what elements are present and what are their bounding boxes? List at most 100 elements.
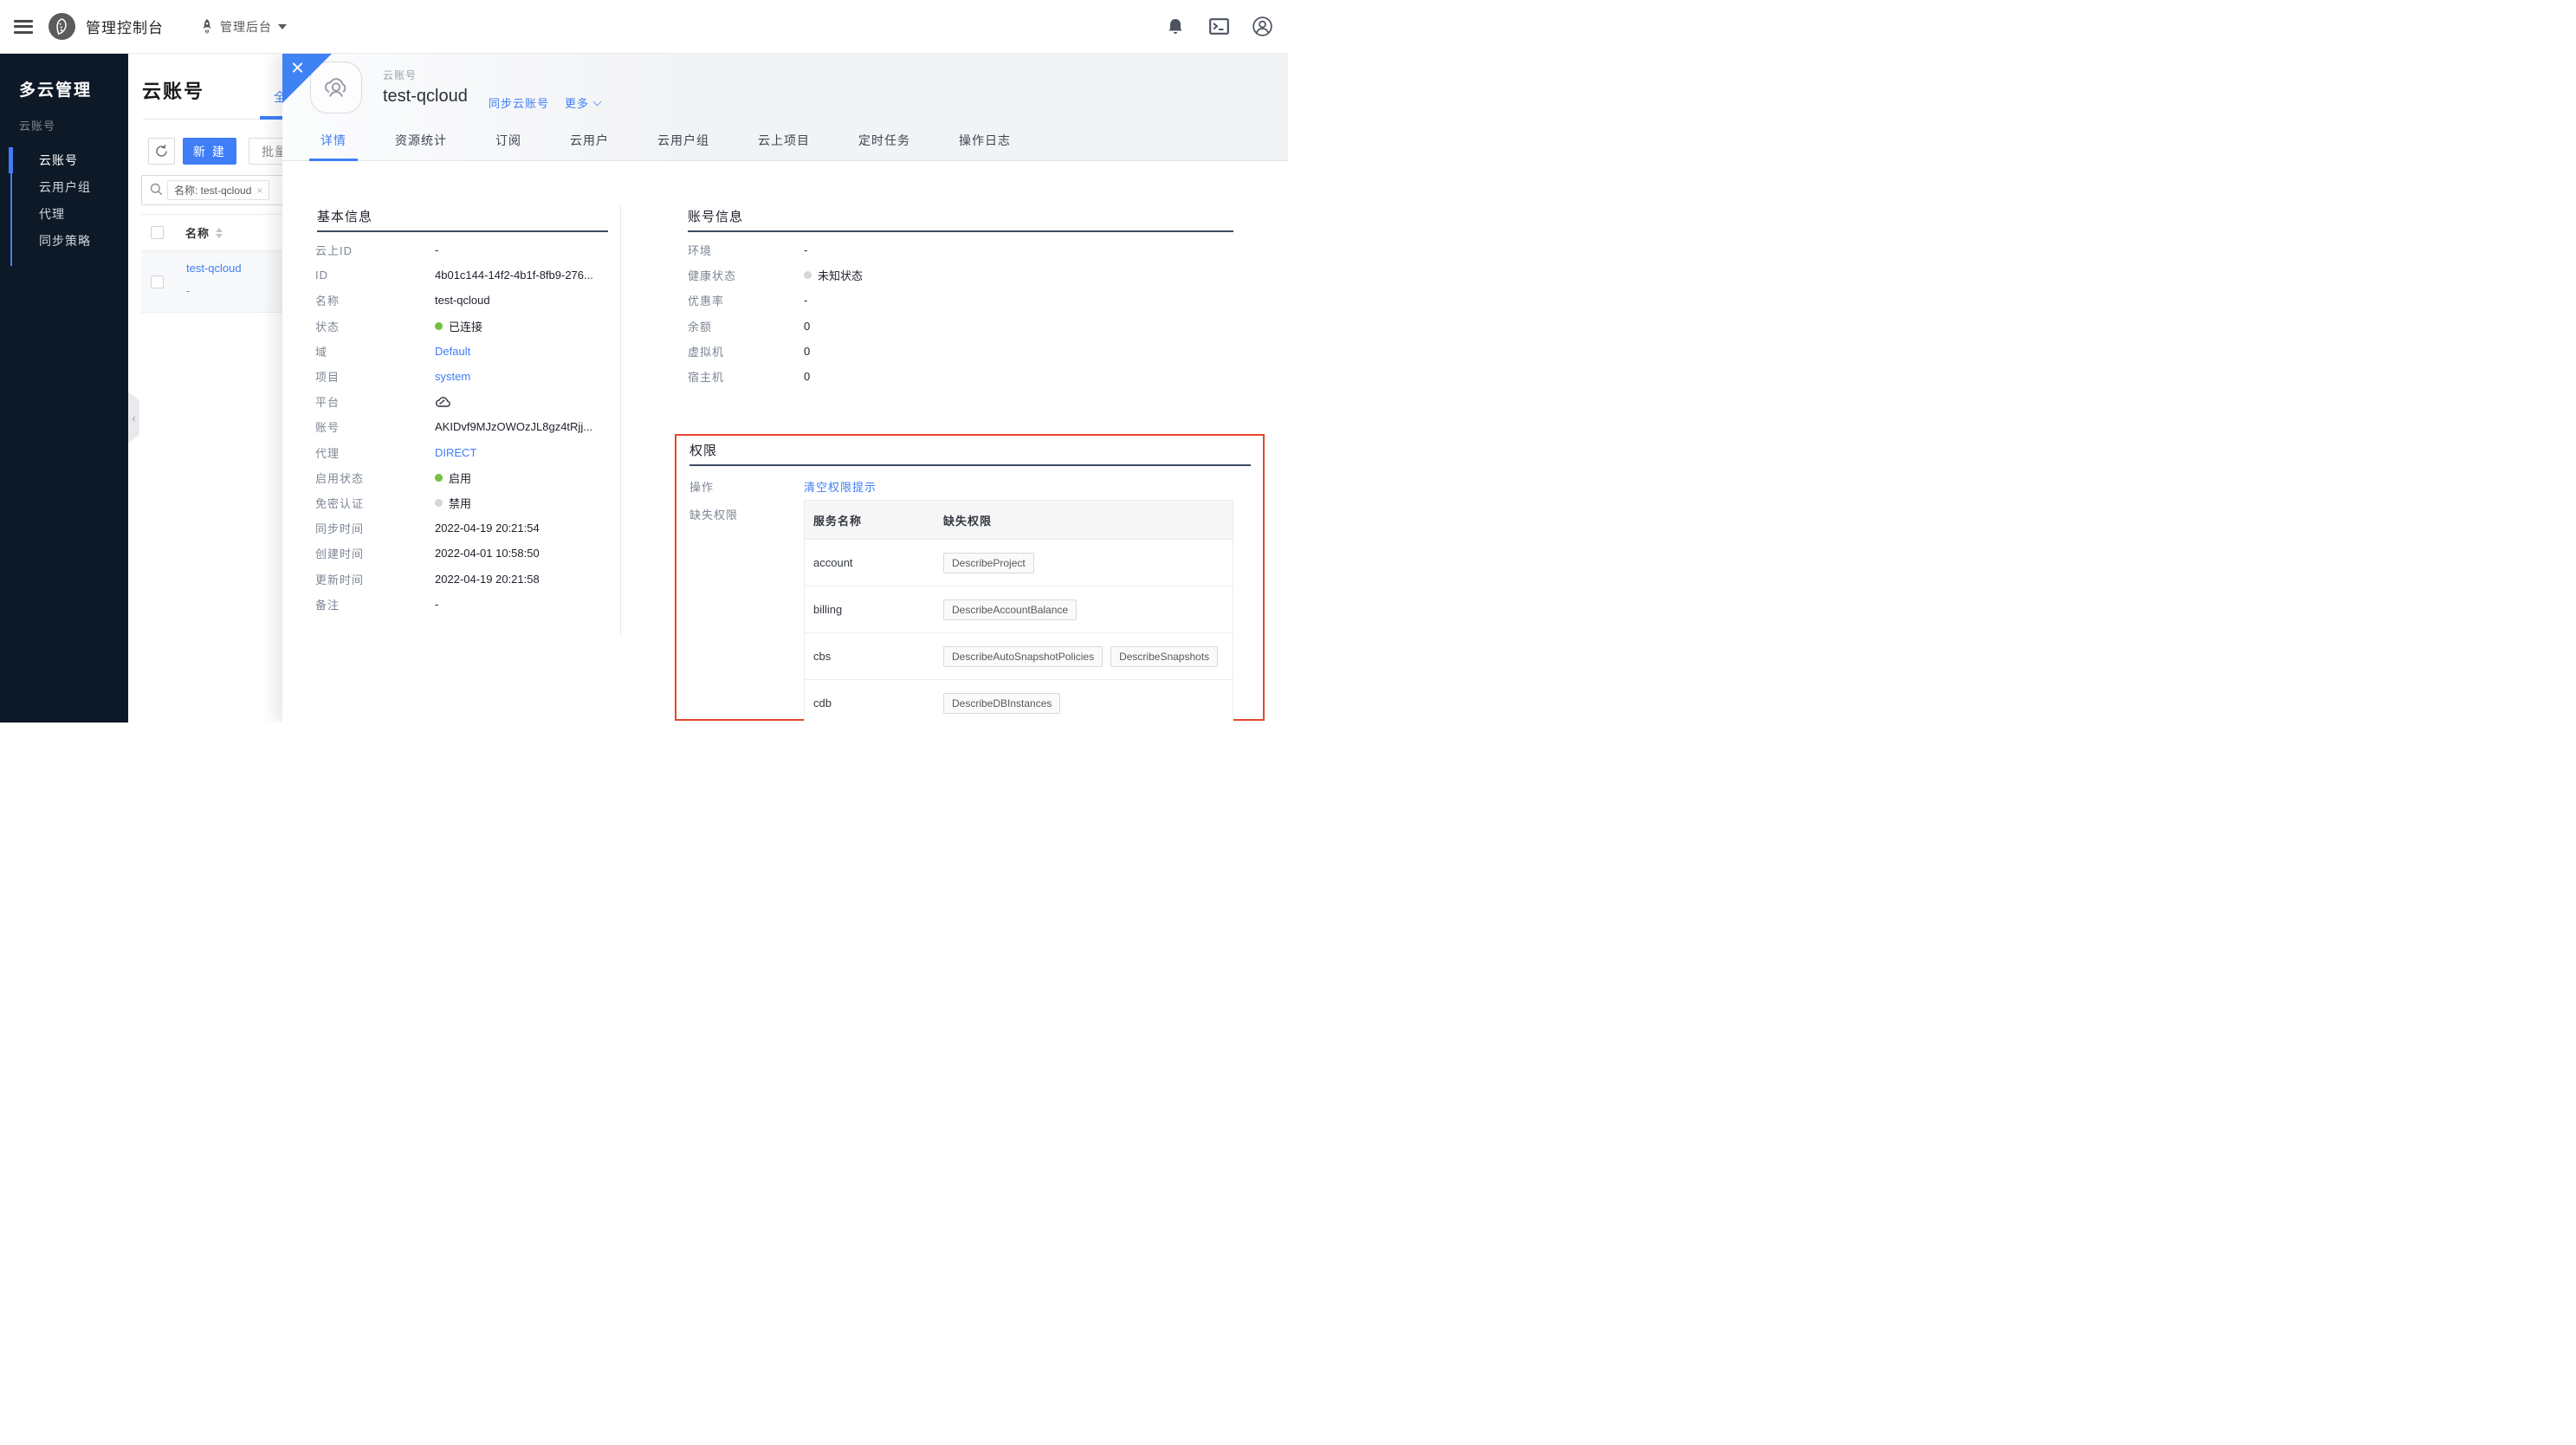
- domain-link[interactable]: Default: [435, 345, 470, 358]
- list-page-title: 云账号: [142, 76, 204, 104]
- id-value: 4b01c144-14f2-4b1f-8fb9-276...: [435, 269, 593, 282]
- env-value: -: [804, 243, 807, 256]
- cloud-platform-icon: [435, 396, 450, 408]
- app-window: 管理控制台 管理后台: [0, 0, 1288, 722]
- status-badge: 已连接: [435, 318, 482, 334]
- discount-value: -: [804, 294, 807, 307]
- batch-button[interactable]: 批量: [249, 138, 282, 165]
- top-bar: 管理控制台 管理后台: [0, 0, 1288, 54]
- chevron-down-icon: [593, 97, 602, 106]
- name-column-header: 名称: [185, 224, 210, 241]
- notification-bell-icon[interactable]: [1165, 16, 1186, 37]
- tab-operation-logs[interactable]: 操作日志: [943, 121, 1026, 161]
- proxy-link[interactable]: DIRECT: [435, 446, 476, 459]
- app-logo[interactable]: [49, 13, 75, 40]
- remark-value: -: [435, 598, 438, 611]
- account-info-rows: 环境- 健康状态未知状态 优惠率- 余额0 虚拟机0 宿主机0: [688, 237, 1225, 389]
- perm-chip: DescribeDBInstances: [943, 693, 1060, 714]
- select-all-checkbox[interactable]: [151, 226, 164, 239]
- basic-info-heading: 基本信息: [317, 207, 372, 225]
- cloud-account-list-panel: 云账号 全 新 建 批量 名称: test-qcloud × 名: [128, 54, 282, 722]
- perm-chip: DescribeAccountBalance: [943, 599, 1077, 620]
- update-time-value: 2022-04-19 20:21:58: [435, 573, 540, 586]
- account-info-divider: [688, 230, 1233, 232]
- filter-chip-label: 名称: test-qcloud: [174, 183, 251, 198]
- perm-row-cdb: cdb DescribeDBInstances: [805, 680, 1233, 722]
- sidebar-item-cloud-account[interactable]: 云账号: [0, 147, 128, 174]
- missing-perm-header: 缺失权限: [943, 512, 992, 528]
- detail-title: test-qcloud: [383, 87, 468, 107]
- clear-permission-hint-link[interactable]: 清空权限提示: [804, 478, 877, 495]
- sidebar-title: 多云管理: [19, 77, 92, 100]
- perm-table-header: 服务名称 缺失权限: [805, 501, 1233, 540]
- sidebar-item-cloud-user-group[interactable]: 云用户组: [0, 174, 128, 201]
- refresh-icon: [154, 144, 169, 159]
- sidebar: 多云管理 云账号 云账号 云用户组 代理 同步策略: [0, 54, 128, 722]
- detail-tabs: 详情 资源统计 订阅 云用户 云用户组 云上项目 定时任务 操作日志: [305, 121, 1044, 161]
- hamburger-menu-icon[interactable]: [14, 20, 33, 34]
- sidebar-item-sync-policy[interactable]: 同步策略: [0, 228, 128, 255]
- refresh-button[interactable]: [148, 138, 175, 165]
- search-filter-chip[interactable]: 名称: test-qcloud ×: [167, 180, 269, 200]
- balance-value: 0: [804, 320, 810, 333]
- table-header-row: 名称: [141, 214, 282, 251]
- column-divider: [620, 205, 621, 636]
- account-name-link[interactable]: test-qcloud: [186, 262, 242, 275]
- sidebar-collapse-handle[interactable]: ‹: [128, 392, 139, 444]
- account-info-heading: 账号信息: [688, 207, 743, 225]
- create-time-value: 2022-04-01 10:58:50: [435, 547, 540, 560]
- cloud-id-value: -: [435, 243, 438, 256]
- list-tab-underline: [260, 116, 282, 120]
- tab-scheduled-tasks[interactable]: 定时任务: [843, 121, 926, 161]
- more-dropdown[interactable]: 更多: [565, 94, 600, 111]
- perm-chip: DescribeAutoSnapshotPolicies: [943, 646, 1103, 667]
- tab-cloud-projects[interactable]: 云上项目: [742, 121, 825, 161]
- tab-cloud-user-groups[interactable]: 云用户组: [642, 121, 725, 161]
- list-tab-all[interactable]: 全: [274, 88, 282, 106]
- enable-status-badge: 启用: [435, 470, 471, 486]
- filter-chip-close-icon[interactable]: ×: [256, 185, 262, 197]
- project-link[interactable]: system: [435, 370, 470, 383]
- search-input[interactable]: 名称: test-qcloud ×: [141, 175, 282, 205]
- perm-row-cbs: cbs DescribeAutoSnapshotPolicies Describ…: [805, 633, 1233, 680]
- perm-chip: DescribeSnapshots: [1110, 646, 1218, 667]
- name-value: test-qcloud: [435, 294, 490, 307]
- workspace-selector[interactable]: 管理后台: [200, 18, 287, 36]
- caret-down-icon: [278, 24, 287, 29]
- user-avatar-icon[interactable]: [1252, 16, 1272, 37]
- status-dot-green: [435, 322, 443, 330]
- tab-cloud-users[interactable]: 云用户: [554, 121, 625, 161]
- service-name-header: 服务名称: [805, 512, 943, 528]
- perm-row-billing: billing DescribeAccountBalance: [805, 586, 1233, 633]
- close-icon[interactable]: [291, 61, 304, 74]
- account-row-sub: -: [186, 284, 190, 297]
- terminal-icon[interactable]: [1208, 16, 1229, 37]
- sidebar-section-label: 云账号: [19, 117, 55, 133]
- create-button[interactable]: 新 建: [183, 138, 236, 165]
- workspace-label: 管理后台: [220, 18, 272, 36]
- basic-info-divider: [317, 230, 608, 232]
- collapse-chevron-icon: ‹: [132, 411, 135, 424]
- status-dot-green: [435, 474, 443, 482]
- table-row[interactable]: test-qcloud -: [141, 251, 282, 313]
- sidebar-item-proxy[interactable]: 代理: [0, 201, 128, 228]
- platform-value: [435, 396, 450, 408]
- more-label: 更多: [565, 94, 589, 111]
- sidebar-menu: 云账号 云用户组 代理 同步策略: [0, 147, 128, 255]
- tab-subscription[interactable]: 订阅: [480, 121, 537, 161]
- status-dot-gray: [435, 499, 443, 507]
- permissions-heading: 权限: [689, 441, 717, 459]
- tab-resource-stats[interactable]: 资源统计: [379, 121, 463, 161]
- sort-toggle-icon[interactable]: [216, 228, 223, 238]
- basic-info-rows: 云上ID- ID4b01c144-14f2-4b1f-8fb9-276... 名…: [315, 237, 620, 617]
- detail-type-label: 云账号: [383, 68, 417, 82]
- tab-details[interactable]: 详情: [305, 121, 362, 161]
- account-table: 名称 test-qcloud -: [141, 214, 282, 313]
- sync-account-link[interactable]: 同步云账号: [489, 94, 549, 111]
- missing-perm-label: 缺失权限: [689, 506, 738, 522]
- passwordless-badge: 禁用: [435, 495, 471, 511]
- close-corner-ribbon[interactable]: [282, 54, 332, 103]
- rocket-icon: [200, 18, 214, 36]
- perm-chip: DescribeProject: [943, 553, 1034, 573]
- row-checkbox[interactable]: [151, 275, 164, 288]
